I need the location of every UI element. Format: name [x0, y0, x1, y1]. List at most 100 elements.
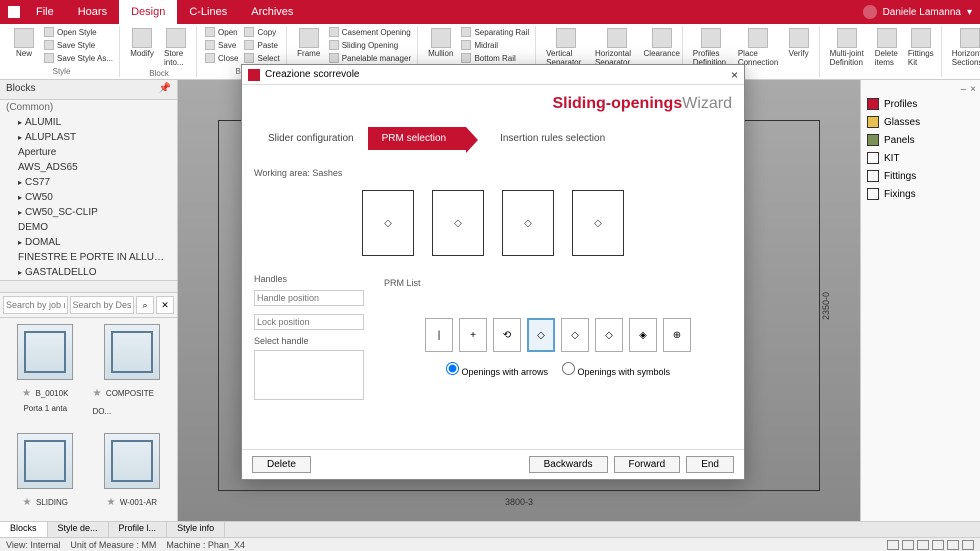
paste-button[interactable]: Paste — [242, 39, 281, 51]
tree-item[interactable]: CW50_SC-CLIP — [0, 205, 177, 220]
prm-item-7[interactable]: ⊕ — [663, 318, 691, 352]
midrail-button[interactable]: Midrail — [459, 39, 531, 51]
prm-item-0[interactable]: | — [425, 318, 453, 352]
sash-1[interactable] — [362, 190, 414, 256]
search-descrip-input[interactable] — [70, 296, 135, 314]
tab-clines[interactable]: C-Lines — [177, 0, 239, 24]
btab-styleinfo[interactable]: Style info — [167, 522, 225, 537]
handle-position-input[interactable] — [254, 290, 364, 306]
bottom-rail-button[interactable]: Bottom Rail — [459, 52, 531, 64]
select-handle-area[interactable] — [254, 350, 364, 400]
star-icon[interactable]: ★ — [106, 497, 115, 508]
copy-button[interactable]: Copy — [242, 26, 281, 38]
select-button[interactable]: Select — [242, 52, 281, 64]
save-style-button[interactable]: Save Style — [42, 39, 115, 51]
tab-design[interactable]: Design — [119, 0, 177, 24]
thumb-item[interactable]: ★ COMPOSITE DO... — [93, 324, 172, 425]
tree-item[interactable]: ALUPLAST — [0, 130, 177, 145]
radio-arrows[interactable]: Openings with arrows — [446, 362, 548, 377]
sash-2[interactable] — [432, 190, 484, 256]
vseparator-button[interactable]: Vertical Separator — [542, 26, 589, 69]
sb-icon[interactable] — [932, 540, 944, 550]
dialog-close-button[interactable]: × — [731, 68, 738, 82]
open-button[interactable]: Open — [203, 26, 240, 38]
new-button[interactable]: New — [8, 26, 40, 60]
delete-items-button[interactable]: Delete items — [871, 26, 903, 69]
user-area[interactable]: Daniele Lamanna ▾ — [863, 5, 972, 19]
sb-icon[interactable] — [947, 540, 959, 550]
thumb-item[interactable]: ★ B_0010K Porta 1 anta — [6, 324, 85, 425]
rp-fittings[interactable]: Fittings — [865, 167, 976, 185]
save-style-as-button[interactable]: Save Style As... — [42, 52, 115, 64]
tree-root[interactable]: (Common) — [0, 100, 177, 115]
tree-scrollbar[interactable] — [0, 280, 177, 292]
tree-item[interactable]: GASTALDELLO — [0, 265, 177, 280]
tree-item[interactable]: Aperture — [0, 145, 177, 160]
rp-kit[interactable]: KIT — [865, 149, 976, 167]
close-icon[interactable]: × — [970, 84, 976, 95]
step-insertion-rules[interactable]: Insertion rules selection — [486, 127, 619, 150]
step-slider-config[interactable]: Slider configuration — [254, 127, 368, 150]
tree-item[interactable]: CW50 — [0, 190, 177, 205]
verify-button[interactable]: Verify — [783, 26, 815, 60]
multijoint-button[interactable]: Multi-joint Definition — [826, 26, 869, 69]
delete-button[interactable]: Delete — [252, 456, 311, 473]
tree-item[interactable]: ALUMIL — [0, 115, 177, 130]
rp-panels[interactable]: Panels — [865, 131, 976, 149]
forward-button[interactable]: Forward — [614, 456, 681, 473]
frame-button[interactable]: Frame — [293, 26, 325, 60]
tab-archives[interactable]: Archives — [239, 0, 305, 24]
tree[interactable]: (Common) ALUMIL ALUPLAST Aperture AWS_AD… — [0, 100, 177, 280]
step-prm-selection[interactable]: PRM selection — [368, 127, 466, 150]
close-button[interactable]: Close — [203, 52, 240, 64]
save-button[interactable]: Save — [203, 39, 240, 51]
thumb-item[interactable]: ★ W-001-AR — [93, 433, 172, 516]
btab-stylede[interactable]: Style de... — [48, 522, 109, 537]
hseparator-button[interactable]: Horizontal Separator — [591, 26, 644, 69]
tab-file[interactable]: File — [24, 0, 66, 24]
thumb-item[interactable]: ★ SLIDING — [6, 433, 85, 516]
pin-icon[interactable]: 📌 — [159, 83, 171, 96]
tree-item[interactable]: DOMAL — [0, 235, 177, 250]
hsections-button[interactable]: Horizontal Sections — [948, 26, 980, 69]
prm-item-5[interactable]: ◇ — [595, 318, 623, 352]
search-button[interactable]: ⌕ — [136, 296, 154, 314]
radio-symbols[interactable]: Openings with symbols — [562, 362, 670, 377]
backwards-button[interactable]: Backwards — [529, 456, 608, 473]
clear-search-button[interactable]: ✕ — [156, 296, 174, 314]
btab-profile[interactable]: Profile l... — [109, 522, 168, 537]
sb-icon[interactable] — [917, 540, 929, 550]
tree-item[interactable]: DEMO — [0, 220, 177, 235]
casement-opening-button[interactable]: Casement Opening — [327, 26, 413, 38]
tree-item[interactable]: CS77 — [0, 175, 177, 190]
sb-icon[interactable] — [887, 540, 899, 550]
btab-blocks[interactable]: Blocks — [0, 522, 48, 537]
prm-item-3[interactable]: ◇ — [527, 318, 555, 352]
star-icon[interactable]: ★ — [22, 388, 31, 399]
panelable-manager-button[interactable]: Panelable manager — [327, 52, 413, 64]
sb-icon[interactable] — [902, 540, 914, 550]
end-button[interactable]: End — [686, 456, 734, 473]
star-icon[interactable]: ★ — [23, 497, 32, 508]
minimize-icon[interactable]: – — [961, 84, 967, 95]
sb-icon[interactable] — [962, 540, 974, 550]
prm-item-4[interactable]: ◇ — [561, 318, 589, 352]
sash-4[interactable] — [572, 190, 624, 256]
store-into-button[interactable]: Store into... — [160, 26, 192, 69]
rp-glasses[interactable]: Glasses — [865, 113, 976, 131]
place-connection-button[interactable]: Place Connection — [736, 26, 781, 69]
profiles-def-button[interactable]: Profiles Definition — [689, 26, 734, 69]
prm-item-2[interactable]: ⟲ — [493, 318, 521, 352]
star-icon[interactable]: ★ — [93, 388, 102, 399]
tab-hoars[interactable]: Hoars — [66, 0, 119, 24]
dialog-titlebar[interactable]: Creazione scorrevole × — [242, 65, 744, 85]
rp-fixings[interactable]: Fixings — [865, 185, 976, 203]
mullion-button[interactable]: Mullion — [424, 26, 457, 60]
clearance-button[interactable]: Clearance — [646, 26, 678, 60]
separating-rail-button[interactable]: Separating Rail — [459, 26, 531, 38]
sash-3[interactable] — [502, 190, 554, 256]
modify-button[interactable]: Modify — [126, 26, 158, 60]
prm-item-6[interactable]: ◈ — [629, 318, 657, 352]
tree-item[interactable]: FINESTRE E PORTE IN ALLUMINIO-LEGNO — [0, 250, 177, 265]
sliding-opening-button[interactable]: Sliding Opening — [327, 39, 413, 51]
